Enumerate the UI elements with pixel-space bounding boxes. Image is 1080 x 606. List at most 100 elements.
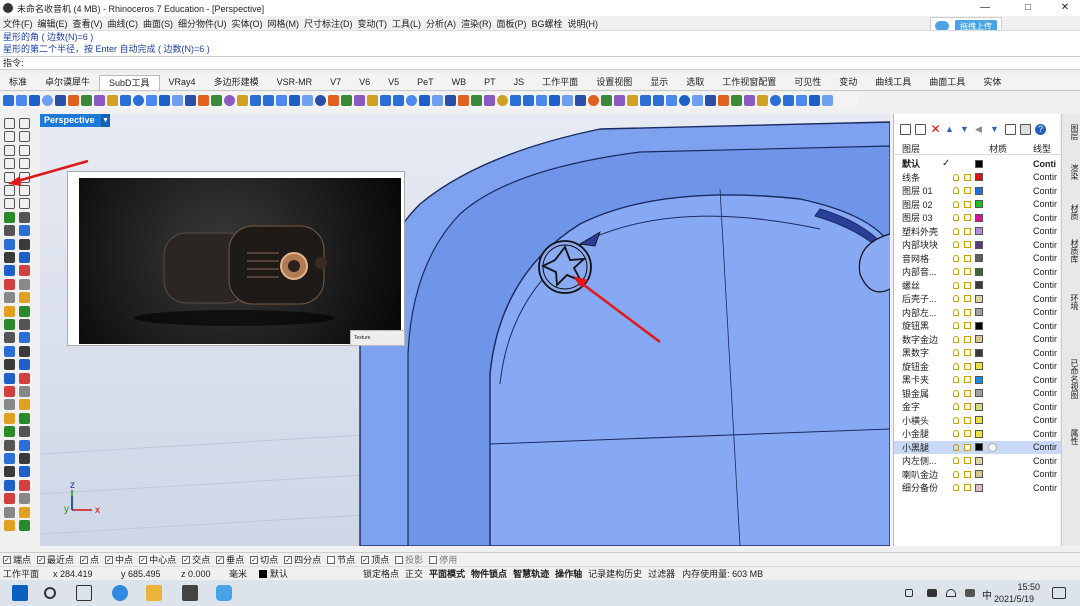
subd-tool-icon[interactable]: [237, 95, 248, 106]
layer-row[interactable]: 内部音... Contir: [894, 265, 1061, 279]
subd-tool-icon[interactable]: [497, 95, 508, 106]
layer-color-swatch[interactable]: [975, 186, 983, 195]
osnap-option[interactable]: ✓ 点: [80, 553, 99, 566]
left-tool-icon[interactable]: [19, 131, 30, 143]
layer-color-swatch[interactable]: [975, 200, 983, 208]
left-tool-icon[interactable]: [4, 439, 15, 451]
tab-viewport-layout[interactable]: 工作视窗配置: [713, 75, 785, 90]
tab-display[interactable]: 显示: [641, 75, 677, 90]
filter-icon[interactable]: ▼: [990, 124, 1001, 135]
osnap-checkbox[interactable]: ✓: [139, 555, 148, 564]
left-tool-icon[interactable]: [4, 265, 15, 277]
layer-visibility-bulb-icon[interactable]: [953, 457, 959, 464]
menu-help[interactable]: 说明(H): [568, 17, 599, 30]
subd-tool-icon[interactable]: [510, 95, 521, 106]
tab-curve-tools[interactable]: 曲线工具: [866, 75, 920, 90]
start-icon[interactable]: [12, 585, 28, 601]
tab-pet[interactable]: PeT: [408, 75, 443, 90]
left-tool-icon[interactable]: [19, 305, 30, 317]
left-tool-icon[interactable]: [4, 292, 15, 304]
tab-vray4[interactable]: VRay4: [160, 75, 205, 90]
subd-tool-icon[interactable]: [211, 95, 222, 106]
left-tool-icon[interactable]: [4, 252, 15, 263]
left-tool-icon[interactable]: [4, 453, 15, 464]
layer-color-swatch[interactable]: [975, 281, 983, 289]
tab-standard[interactable]: 标准: [0, 75, 36, 90]
subd-tool-icon[interactable]: [640, 95, 651, 106]
tab-polygon-modeling[interactable]: 多边形建模: [205, 75, 268, 90]
layer-color-swatch[interactable]: [975, 429, 983, 438]
layer-lock-icon[interactable]: [964, 389, 971, 397]
subd-tool-icon[interactable]: [419, 95, 430, 106]
left-tool-icon[interactable]: [19, 439, 30, 451]
subd-tool-icon[interactable]: [81, 95, 92, 106]
left-tool-icon[interactable]: [19, 520, 30, 531]
osnap-checkbox[interactable]: [395, 555, 404, 564]
layer-lock-icon[interactable]: [964, 443, 971, 451]
left-tool-icon[interactable]: [19, 386, 30, 397]
ime-indicator[interactable]: 中: [982, 587, 992, 602]
left-tool-icon[interactable]: [19, 426, 30, 438]
left-tool-icon[interactable]: [4, 412, 15, 424]
layer-visibility-bulb-icon[interactable]: [953, 173, 959, 181]
wifi-icon[interactable]: [946, 589, 956, 597]
layer-color-swatch[interactable]: [975, 443, 983, 451]
osnap-option[interactable]: ✓ 顶点: [361, 553, 389, 566]
layer-lock-icon[interactable]: [964, 187, 971, 194]
layer-row[interactable]: 内左侧... Contir: [894, 454, 1061, 468]
osnap-option[interactable]: 节点: [327, 553, 355, 566]
subd-tool-icon[interactable]: [575, 95, 586, 106]
left-tool-icon[interactable]: [19, 359, 30, 371]
left-tool-icon[interactable]: [4, 305, 15, 317]
layer-row[interactable]: 金字 Contir: [894, 400, 1061, 414]
layer-row[interactable]: 音网格 Contir: [894, 252, 1061, 266]
subd-tool-icon[interactable]: [29, 95, 40, 106]
tab-v5[interactable]: V5: [379, 75, 408, 90]
layer-row[interactable]: 细分备份 Contir: [894, 481, 1061, 495]
menu-view[interactable]: 查看(V): [73, 17, 103, 30]
left-tool-icon[interactable]: [4, 238, 15, 250]
baidu-netdisk-icon[interactable]: [216, 585, 232, 601]
menu-tools[interactable]: 工具(L): [392, 17, 421, 30]
layer-lock-icon[interactable]: [964, 470, 971, 478]
layer-row[interactable]: 小横头 Contir: [894, 414, 1061, 428]
layer-visibility-bulb-icon[interactable]: [953, 443, 959, 451]
subd-tool-icon[interactable]: [692, 95, 703, 106]
layer-visibility-bulb-icon[interactable]: [953, 295, 959, 302]
viewport-tab-perspective[interactable]: Perspective ▼: [40, 114, 110, 127]
osnap-checkbox[interactable]: ✓: [361, 555, 370, 564]
layer-color-swatch[interactable]: [975, 456, 983, 465]
subd-tool-icon[interactable]: [653, 95, 664, 106]
layer-visibility-bulb-icon[interactable]: [953, 403, 959, 410]
new-layer-icon[interactable]: [900, 123, 911, 135]
layer-visibility-bulb-icon[interactable]: [953, 187, 959, 194]
subd-tool-icon[interactable]: [549, 95, 560, 106]
subd-tool-icon[interactable]: [289, 95, 300, 106]
layer-visibility-bulb-icon[interactable]: [953, 281, 959, 289]
left-tool-icon[interactable]: [19, 292, 30, 304]
layer-color-swatch[interactable]: [975, 389, 983, 397]
minimize-button[interactable]: —: [970, 0, 1000, 16]
layer-row[interactable]: 银金属 Contir: [894, 387, 1061, 401]
layer-visibility-bulb-icon[interactable]: [953, 430, 959, 437]
subd-tool-icon[interactable]: [406, 95, 417, 106]
tab-set-view[interactable]: 设置视图: [587, 75, 641, 90]
subd-tool-icon[interactable]: [614, 95, 625, 106]
layer-color-swatch[interactable]: [975, 402, 983, 411]
layer-lock-icon[interactable]: [964, 254, 971, 262]
osnap-checkbox[interactable]: ✓: [37, 555, 46, 564]
layer-visibility-bulb-icon[interactable]: [953, 268, 959, 275]
layer-color-swatch[interactable]: [975, 335, 983, 343]
status-toggle[interactable]: 记录建构历史: [585, 567, 645, 580]
osnap-checkbox[interactable]: [327, 555, 336, 564]
layer-lock-icon[interactable]: [964, 362, 971, 370]
tab-v6[interactable]: V6: [350, 75, 379, 90]
subd-tool-icon[interactable]: [458, 95, 469, 106]
layer-visibility-bulb-icon[interactable]: [953, 254, 959, 262]
panel-tab-material[interactable]: 材质: [1064, 204, 1079, 220]
file-explorer-icon[interactable]: [146, 585, 162, 601]
left-tool-icon[interactable]: [19, 278, 30, 290]
left-tool-icon[interactable]: [19, 372, 30, 384]
layer-color-swatch[interactable]: [975, 483, 983, 492]
layer-visibility-bulb-icon[interactable]: [953, 389, 959, 397]
